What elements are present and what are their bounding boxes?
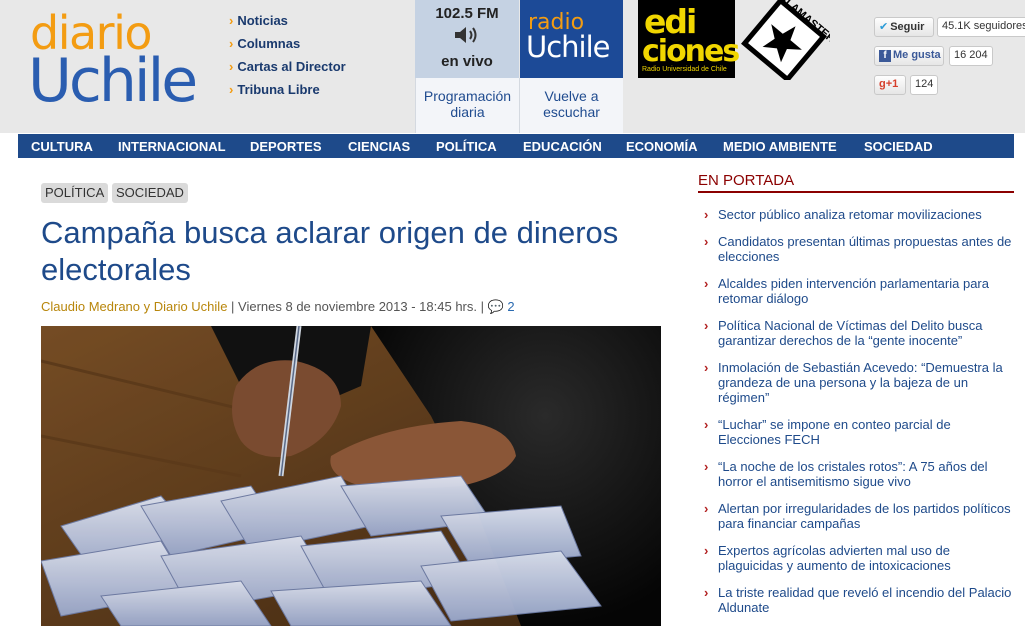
radio-logo-text-bottom: Uchile: [526, 30, 611, 64]
article-comments-link[interactable]: 💬 2: [488, 299, 515, 314]
section-nav-deportes[interactable]: DEPORTES: [250, 139, 322, 154]
article-comment-count: 2: [507, 299, 515, 314]
radio-frequency: 102.5 FM: [435, 5, 499, 22]
gplus-count: 124: [910, 75, 939, 95]
sidebar-item-label: Alertan por irregularidades de los parti…: [718, 501, 1011, 531]
salamaster-logo[interactable]: SALAMASTER: [738, 0, 837, 83]
salamaster-emblem: SALAMASTER: [741, 0, 837, 83]
section-nav-internacional[interactable]: INTERNACIONAL: [118, 139, 226, 154]
chevron-right-icon: ›: [229, 13, 234, 28]
site-logo[interactable]: diario Uchile: [28, 6, 213, 116]
twitter-follower-count: 45.1K seguidores: [937, 17, 1025, 37]
chevron-right-icon: ›: [704, 207, 709, 222]
sidebar-item-label: Sector público analiza retomar movilizac…: [718, 207, 982, 222]
sidebar-title: EN PORTADA: [698, 172, 1014, 193]
facebook-icon: f: [879, 50, 891, 62]
radio-live-label: en vivo: [441, 53, 493, 70]
sidebar-item[interactable]: › Alertan por irregularidades de los part…: [698, 501, 1014, 531]
site-header: diario Uchile › Noticias › Columnas › Carta…: [0, 0, 1025, 133]
sidebar-item[interactable]: › Sector público analiza retomar moviliza…: [698, 207, 1014, 222]
chevron-right-icon: ›: [704, 459, 709, 474]
chevron-right-icon: ›: [229, 82, 234, 97]
gplus-icon: g: [879, 78, 886, 90]
section-nav-educacion[interactable]: EDUCACIÓN: [523, 139, 602, 154]
article-photo: [41, 326, 661, 626]
twitter-bird-icon: ✔: [879, 21, 889, 33]
chevron-right-icon: ›: [704, 417, 709, 432]
sidebar-item-label: Inmolación de Sebastián Acevedo: “Demues…: [718, 360, 1003, 405]
chevron-right-icon: ›: [704, 543, 709, 558]
section-nav-politica[interactable]: POLÍTICA: [436, 139, 497, 154]
ediciones-logo-line2: ciones: [642, 34, 740, 69]
comment-bubble-icon: 💬: [487, 299, 504, 314]
sidebar-item-label: Política Nacional de Víctimas del Delito…: [718, 318, 983, 348]
gplus-button[interactable]: g+1: [874, 75, 906, 95]
speaker-icon: [455, 27, 477, 43]
chevron-right-icon: ›: [704, 276, 709, 291]
section-nav-cultura[interactable]: CULTURA: [31, 139, 93, 154]
sidebar-item-label: Alcaldes piden intervención parlamentari…: [718, 276, 989, 306]
chevron-right-icon: ›: [704, 585, 709, 600]
top-nav-label: Noticias: [237, 13, 288, 28]
article-title: Campaña busca aclarar origen de dineros …: [41, 215, 619, 287]
logo-text-bottom: Uchile: [28, 46, 198, 116]
top-nav-item-columnas[interactable]: › Columnas: [229, 36, 346, 59]
listen-again-link[interactable]: Vuelve a escuchar: [519, 78, 623, 133]
chevron-right-icon: ›: [704, 234, 709, 249]
program-schedule-link[interactable]: Programación diaria: [415, 78, 519, 133]
sidebar-item-label: “Luchar” se impone en conteo parcial de …: [718, 417, 951, 447]
sidebar-item[interactable]: › “Luchar” se impone en conteo parcial de…: [698, 417, 1014, 447]
chevron-right-icon: ›: [704, 318, 709, 333]
sidebar-en-portada: EN PORTADA › Sector público analiza retom…: [698, 172, 1014, 615]
section-nav-ciencias[interactable]: CIENCIAS: [348, 139, 410, 154]
article-author[interactable]: Claudio Medrano y Diario Uchile: [41, 299, 227, 314]
sidebar-item[interactable]: › Candidatos presentan últimas propuestas…: [698, 234, 1014, 264]
section-nav: CULTURA INTERNACIONAL DEPORTES CIENCIAS …: [18, 134, 1014, 158]
chevron-right-icon: ›: [229, 36, 234, 51]
chevron-right-icon: ›: [229, 59, 234, 74]
sidebar-item-label: Candidatos presentan últimas propuestas …: [718, 234, 1012, 264]
radio-live-button[interactable]: 102.5 FM en vivo: [415, 0, 519, 78]
sidebar-item[interactable]: › Alcaldes piden intervención parlamentar…: [698, 276, 1014, 306]
twitter-follow-button[interactable]: ✔ Seguir: [874, 17, 934, 37]
chevron-right-icon: ›: [704, 360, 709, 375]
facebook-like-button[interactable]: f Me gusta: [874, 46, 944, 66]
article-tag-politica[interactable]: POLÍTICA: [41, 183, 109, 203]
sidebar-item[interactable]: › La triste realidad que reveló el incend…: [698, 585, 1014, 615]
chevron-right-icon: ›: [704, 501, 709, 516]
sidebar-item[interactable]: › “La noche de los cristales rotos”: A 75…: [698, 459, 1014, 489]
section-nav-medio-ambiente[interactable]: MEDIO AMBIENTE: [723, 139, 837, 154]
top-nav-item-cartas[interactable]: › Cartas al Director: [229, 59, 346, 82]
radio-uchile-logo[interactable]: radio Uchile: [520, 0, 623, 78]
top-nav-label: Columnas: [237, 36, 301, 51]
facebook-like-count: 16 204: [949, 46, 993, 66]
section-nav-sociedad[interactable]: SOCIEDAD: [864, 139, 933, 154]
gplus-label: +1: [885, 78, 899, 90]
sidebar-list: › Sector público analiza retomar moviliza…: [698, 207, 1014, 615]
section-nav-economia[interactable]: ECONOMÍA: [626, 139, 698, 154]
sidebar-item-label: La triste realidad que reveló el incendi…: [718, 585, 1012, 615]
twitter-follow-label: Seguir: [890, 21, 925, 33]
article-date: | Viernes 8 de noviembre 2013 - 18:45 hr…: [227, 299, 488, 314]
article-byline: Claudio Medrano y Diario Uchile | Vierne…: [41, 299, 515, 315]
sidebar-item-label: Expertos agrícolas advierten mal uso de …: [718, 543, 951, 573]
top-nav: › Noticias › Columnas › Cartas al Director …: [229, 13, 346, 105]
top-nav-item-tribuna[interactable]: › Tribuna Libre: [229, 82, 346, 105]
ballot-photo-illustration: [41, 326, 661, 626]
facebook-like-label: Me gusta: [893, 49, 941, 61]
sidebar-item[interactable]: › Inmolación de Sebastián Acevedo: “Demue…: [698, 360, 1014, 405]
article-tag-sociedad[interactable]: SOCIEDAD: [112, 183, 188, 203]
top-nav-label: Tribuna Libre: [237, 82, 320, 97]
ediciones-logo[interactable]: edi ciones Radio Universidad de Chile: [638, 0, 740, 78]
sidebar-item[interactable]: › Política Nacional de Víctimas del Delit…: [698, 318, 1014, 348]
sidebar-item[interactable]: › Expertos agrícolas advierten mal uso de…: [698, 543, 1014, 573]
top-nav-label: Cartas al Director: [237, 59, 346, 74]
top-nav-item-noticias[interactable]: › Noticias: [229, 13, 346, 36]
ediciones-logo-line3: Radio Universidad de Chile: [642, 66, 727, 73]
sidebar-item-label: “La noche de los cristales rotos”: A 75 …: [718, 459, 988, 489]
